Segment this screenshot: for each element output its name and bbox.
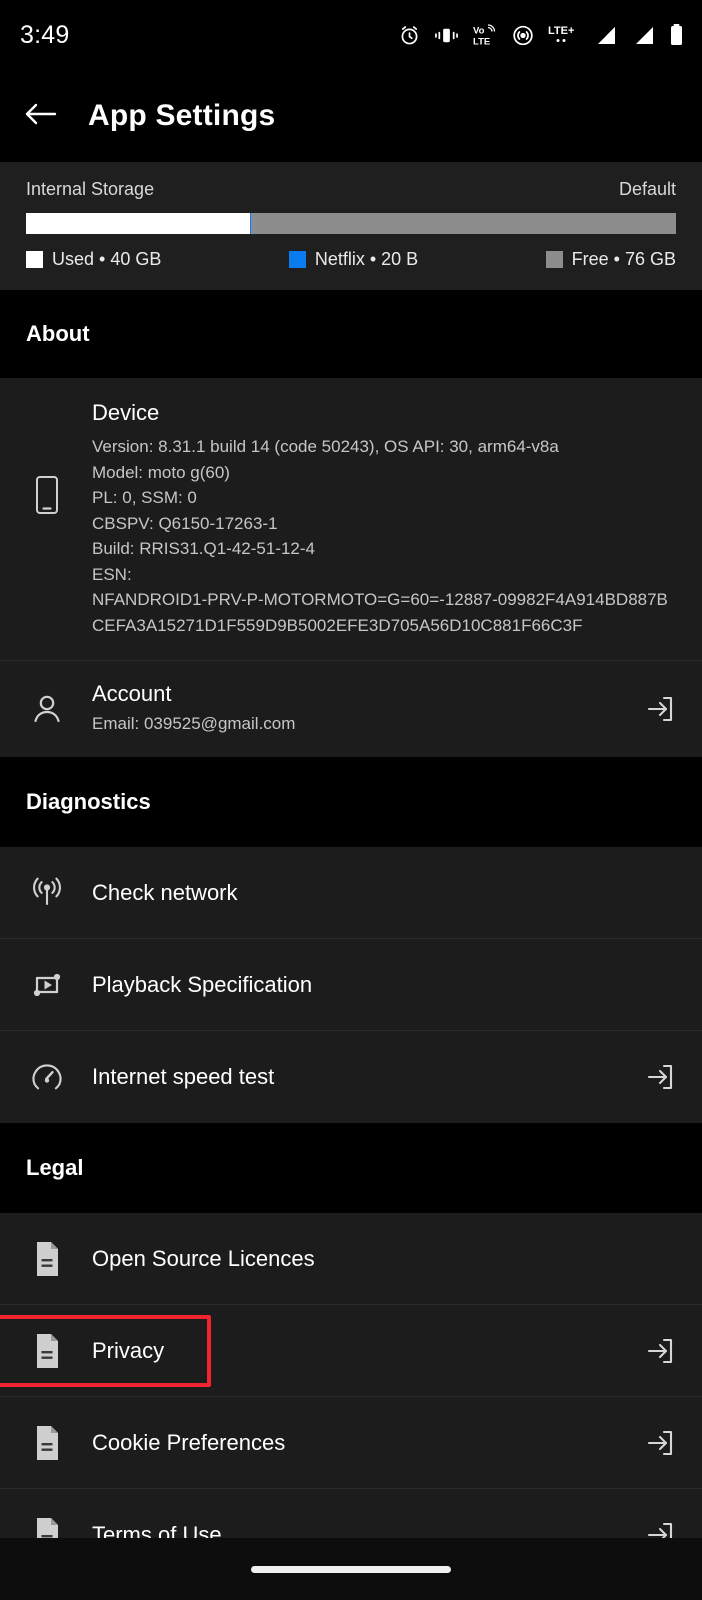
internet-speed-test-body: Internet speed test	[92, 1064, 640, 1090]
device-line-esn-value: NFANDROID1-PRV-P-MOTORMOTO=G=60=-12887-0…	[92, 590, 668, 635]
playback-specification-body: Playback Specification	[92, 972, 680, 998]
alarm-icon	[398, 24, 421, 47]
device-details: Version: 8.31.1 build 14 (code 50243), O…	[92, 434, 680, 638]
row-check-network[interactable]: Check network	[0, 847, 702, 939]
device-line-pl: PL: 0, SSM: 0	[92, 488, 197, 507]
document-icon	[24, 1420, 70, 1466]
device-line-cbspv: CBSPV: Q6150-17263-1	[92, 513, 278, 533]
open-in-icon[interactable]	[640, 1331, 680, 1371]
internal-storage-panel: Internal Storage Default Used • 40 GB Ne…	[0, 162, 702, 290]
svg-text:LTE: LTE	[473, 37, 490, 48]
legend-swatch-free	[545, 251, 563, 268]
cookie-preferences-body: Cookie Preferences	[92, 1430, 640, 1456]
legend-free: Free • 76 GB	[545, 249, 676, 270]
cookie-preferences-label: Cookie Preferences	[92, 1429, 286, 1455]
section-title-about: About	[26, 321, 90, 346]
document-icon	[24, 1328, 70, 1374]
back-arrow-icon	[24, 101, 58, 132]
diagnostics-rows: Check network Playback Specification Int…	[0, 847, 702, 1123]
back-button[interactable]	[24, 99, 58, 133]
status-bar: 3:49 Vo LTE LTE+	[0, 0, 702, 70]
status-time: 3:49	[20, 20, 70, 49]
account-body: Account Email: 039525@gmail.com	[92, 681, 640, 737]
status-icon-group: Vo LTE LTE+	[398, 23, 684, 47]
svg-text:Vo: Vo	[473, 26, 485, 37]
row-account[interactable]: Account Email: 039525@gmail.com	[0, 661, 702, 757]
signal-bars-2-icon	[631, 24, 656, 47]
privacy-label: Privacy	[92, 1337, 165, 1363]
device-line-esn-label: ESN:	[92, 564, 132, 584]
legend-used: Used • 40 GB	[26, 249, 161, 270]
playback-specification-label: Playback Specification	[92, 971, 313, 997]
system-navigation-bar	[0, 1538, 702, 1600]
check-network-label: Check network	[92, 879, 238, 905]
speedometer-icon	[24, 1054, 70, 1100]
row-open-source-licences[interactable]: Open Source Licences	[0, 1213, 702, 1305]
person-icon	[24, 686, 70, 732]
device-body: Device Version: 8.31.1 build 14 (code 50…	[92, 400, 680, 638]
legend-label-free: Free • 76 GB	[571, 249, 676, 269]
lte-plus-icon: LTE+	[548, 23, 580, 47]
internet-speed-test-label: Internet speed test	[92, 1064, 275, 1089]
storage-usage-bar	[26, 213, 676, 234]
open-source-licences-label: Open Source Licences	[92, 1245, 315, 1271]
section-header-diagnostics: Diagnostics	[0, 757, 702, 847]
legend-swatch-used	[26, 251, 43, 268]
legend-netflix: Netflix • 20 B	[288, 249, 419, 270]
account-email: Email: 039525@gmail.com	[92, 714, 296, 733]
storage-header: Internal Storage Default	[26, 179, 676, 200]
device-line-build: Build: RRIS31.Q1-42-51-12-4	[92, 539, 316, 558]
legend-label-netflix: Netflix • 20 B	[314, 249, 419, 269]
row-privacy[interactable]: Privacy	[0, 1305, 702, 1397]
section-header-legal: Legal	[0, 1123, 702, 1213]
device-line-version: Version: 8.31.1 build 14 (code 50243), O…	[92, 437, 559, 456]
privacy-body: Privacy	[92, 1338, 640, 1364]
hotspot-icon	[511, 24, 535, 47]
row-playback-specification[interactable]: Playback Specification	[0, 939, 702, 1031]
row-internet-speed-test[interactable]: Internet speed test	[0, 1031, 702, 1123]
row-device[interactable]: Device Version: 8.31.1 build 14 (code 50…	[0, 378, 702, 661]
device-title: Device	[92, 400, 160, 425]
page-title: App Settings	[88, 99, 276, 132]
open-in-icon[interactable]	[640, 689, 680, 729]
home-indicator[interactable]	[251, 1565, 451, 1573]
open-in-icon[interactable]	[640, 1057, 680, 1097]
document-icon	[24, 1236, 70, 1282]
broadcast-signal-icon	[24, 870, 70, 916]
storage-segment-netflix	[250, 213, 252, 234]
about-rows: Device Version: 8.31.1 build 14 (code 50…	[0, 378, 702, 757]
vibrate-icon	[434, 24, 459, 47]
account-title: Account	[92, 681, 172, 706]
section-title-diagnostics: Diagnostics	[26, 789, 151, 814]
lte-plus-label: LTE+	[548, 25, 574, 37]
signal-bars-1-icon	[593, 24, 618, 47]
storage-legend: Used • 40 GB Netflix • 20 B Free • 76 GB	[26, 249, 676, 270]
legend-swatch-netflix	[288, 251, 306, 268]
smartphone-icon	[24, 472, 70, 518]
legal-rows: Open Source Licences Privacy Cookie Pref…	[0, 1213, 702, 1581]
check-network-body: Check network	[92, 880, 680, 906]
app-bar: App Settings	[0, 70, 702, 162]
playback-spec-icon	[24, 962, 70, 1008]
open-in-icon[interactable]	[640, 1423, 680, 1463]
device-line-model: Model: moto g(60)	[92, 462, 230, 482]
storage-label: Internal Storage	[26, 179, 155, 199]
app-settings-screen: 3:49 Vo LTE LTE+ App Settings Internal S…	[0, 0, 702, 1600]
storage-default-label: Default	[618, 179, 676, 199]
row-cookie-preferences[interactable]: Cookie Preferences	[0, 1397, 702, 1489]
section-header-about: About	[0, 290, 702, 378]
legend-label-used: Used • 40 GB	[52, 249, 162, 269]
section-title-legal: Legal	[26, 1155, 84, 1180]
volte-icon: Vo LTE	[472, 23, 498, 47]
battery-icon	[669, 23, 684, 47]
open-source-licences-body: Open Source Licences	[92, 1246, 680, 1272]
storage-segment-used	[26, 213, 251, 234]
